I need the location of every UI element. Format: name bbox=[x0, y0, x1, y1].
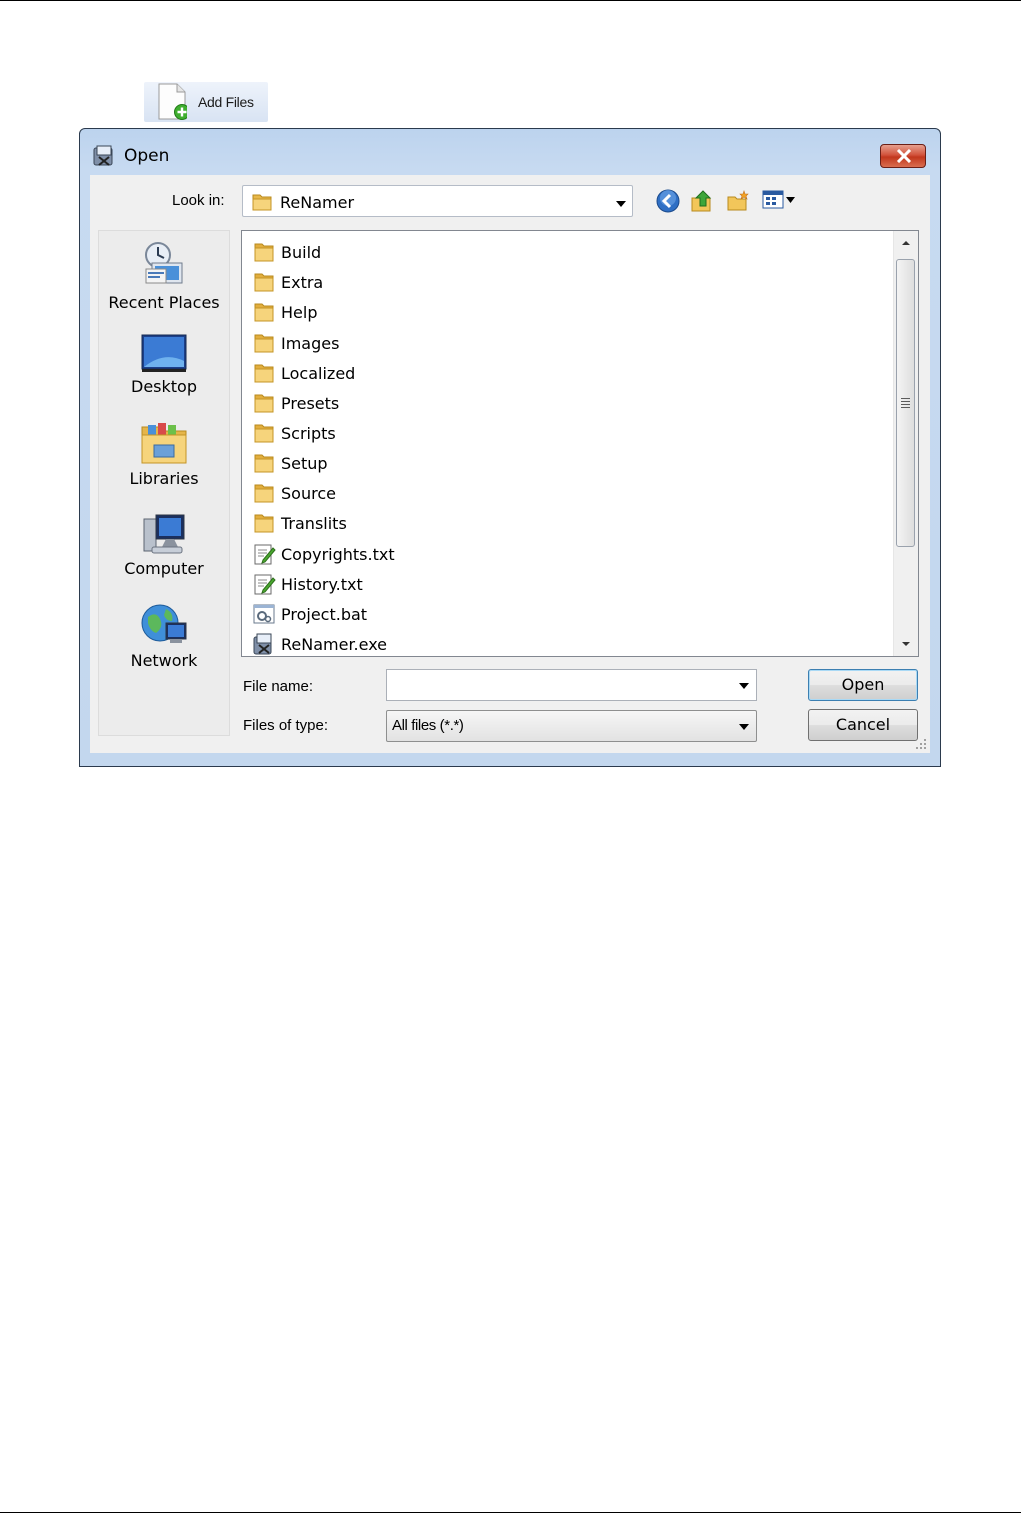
place-computer[interactable]: Computer bbox=[99, 511, 229, 578]
scroll-down-arrow-icon[interactable] bbox=[894, 632, 918, 656]
file-name-label: File name: bbox=[243, 678, 314, 695]
add-files-label: Add Files bbox=[198, 94, 254, 110]
place-recent-places[interactable]: Recent Places bbox=[99, 239, 229, 312]
folder-icon bbox=[254, 334, 274, 353]
list-item[interactable]: History.txt bbox=[252, 570, 363, 598]
close-button[interactable] bbox=[880, 144, 926, 168]
text-file-icon bbox=[254, 574, 276, 595]
folder-icon bbox=[254, 394, 274, 413]
exe-file-icon bbox=[253, 633, 272, 655]
views-menu-button[interactable] bbox=[762, 189, 802, 211]
chevron-down-icon bbox=[739, 724, 749, 730]
chevron-down-icon[interactable] bbox=[739, 683, 749, 689]
up-folder-icon[interactable] bbox=[690, 189, 714, 213]
open-dialog: Open Look in: ReNamer Recent Places Desk… bbox=[79, 128, 941, 767]
file-name: Images bbox=[281, 333, 340, 353]
look-in-dropdown[interactable]: ReNamer bbox=[242, 185, 633, 217]
grip-icon bbox=[901, 398, 910, 410]
place-label: Libraries bbox=[129, 469, 199, 488]
file-name: Translits bbox=[281, 513, 347, 533]
file-name-combo[interactable] bbox=[386, 669, 757, 701]
place-label: Recent Places bbox=[108, 293, 220, 312]
file-name: Source bbox=[281, 483, 336, 503]
file-name-input[interactable] bbox=[391, 674, 721, 696]
list-item[interactable]: Build bbox=[252, 238, 321, 266]
open-button[interactable]: Open bbox=[808, 669, 918, 701]
computer-icon bbox=[143, 514, 185, 554]
folder-icon bbox=[254, 514, 274, 533]
page-top-rule bbox=[0, 0, 1021, 1]
view-menu-icon bbox=[762, 190, 795, 209]
folder-icon bbox=[254, 243, 274, 262]
text-file-icon bbox=[254, 544, 276, 565]
places-bar: Recent Places Desktop Libraries Computer… bbox=[98, 230, 230, 736]
file-name: Project.bat bbox=[281, 604, 368, 624]
list-item[interactable]: Localized bbox=[252, 359, 355, 387]
scroll-thumb[interactable] bbox=[896, 259, 915, 547]
list-item[interactable]: Scripts bbox=[252, 419, 336, 447]
vertical-scrollbar[interactable] bbox=[893, 231, 918, 656]
file-name: Help bbox=[281, 302, 318, 322]
list-item[interactable]: Translits bbox=[252, 509, 347, 537]
list-item[interactable]: ReNamer.exe bbox=[252, 630, 387, 658]
page-bottom-rule bbox=[0, 1512, 1021, 1513]
add-file-icon bbox=[158, 83, 187, 120]
desktop-icon bbox=[141, 334, 187, 372]
network-icon bbox=[141, 604, 187, 643]
place-label: Computer bbox=[124, 559, 204, 578]
list-item[interactable]: Help bbox=[252, 298, 317, 326]
file-name: ReNamer.exe bbox=[281, 634, 388, 654]
file-name: Copyrights.txt bbox=[281, 544, 395, 564]
file-name: Extra bbox=[281, 272, 324, 292]
list-item[interactable]: Setup bbox=[252, 449, 328, 477]
files-of-type-value: All files (*.*) bbox=[392, 717, 464, 734]
new-folder-icon[interactable] bbox=[726, 189, 750, 213]
folder-icon bbox=[254, 484, 274, 503]
list-item[interactable]: Source bbox=[252, 479, 336, 507]
files-of-type-label: Files of type: bbox=[243, 717, 329, 734]
look-in-label: Look in: bbox=[172, 192, 225, 209]
file-name: Setup bbox=[281, 453, 328, 473]
place-desktop[interactable]: Desktop bbox=[99, 331, 229, 396]
file-name: Build bbox=[281, 242, 322, 262]
folder-icon bbox=[252, 194, 272, 211]
place-libraries[interactable]: Libraries bbox=[99, 421, 229, 488]
dialog-title: Open bbox=[124, 146, 170, 166]
close-icon bbox=[896, 149, 912, 163]
folder-icon bbox=[254, 303, 274, 322]
resize-grip-icon[interactable] bbox=[915, 738, 927, 750]
files-of-type-dropdown[interactable]: All files (*.*) bbox=[386, 710, 757, 742]
recent-places-icon bbox=[145, 242, 183, 284]
scroll-up-arrow-icon[interactable] bbox=[894, 231, 918, 255]
file-name: Presets bbox=[281, 393, 340, 413]
cancel-button[interactable]: Cancel bbox=[808, 709, 918, 741]
folder-icon bbox=[254, 273, 274, 292]
chevron-down-icon bbox=[616, 201, 626, 207]
list-item[interactable]: Copyrights.txt bbox=[252, 540, 395, 568]
look-in-value: ReNamer bbox=[280, 193, 355, 212]
file-name: Scripts bbox=[281, 423, 336, 443]
folder-icon bbox=[254, 454, 274, 473]
list-item[interactable]: Presets bbox=[252, 389, 339, 417]
batch-file-icon bbox=[253, 604, 275, 624]
list-item[interactable]: Images bbox=[252, 329, 339, 357]
back-icon[interactable] bbox=[656, 189, 680, 213]
file-name: History.txt bbox=[281, 574, 363, 594]
place-network[interactable]: Network bbox=[99, 601, 229, 670]
dialog-client-area: Look in: ReNamer Recent Places Desktop L… bbox=[90, 175, 930, 753]
dialog-titlebar[interactable]: Open bbox=[80, 129, 940, 175]
file-name: Localized bbox=[281, 363, 356, 383]
folder-icon bbox=[254, 364, 274, 383]
place-label: Network bbox=[130, 651, 198, 670]
place-label: Desktop bbox=[131, 377, 197, 396]
file-list[interactable]: Build Extra Help Images Localized Preset… bbox=[241, 230, 919, 657]
folder-icon bbox=[254, 424, 274, 443]
list-item[interactable]: Extra bbox=[252, 268, 323, 296]
libraries-icon bbox=[141, 423, 187, 464]
list-item[interactable]: Project.bat bbox=[252, 600, 367, 628]
renamer-app-icon bbox=[93, 145, 113, 166]
add-files-button[interactable]: Add Files bbox=[144, 82, 268, 122]
